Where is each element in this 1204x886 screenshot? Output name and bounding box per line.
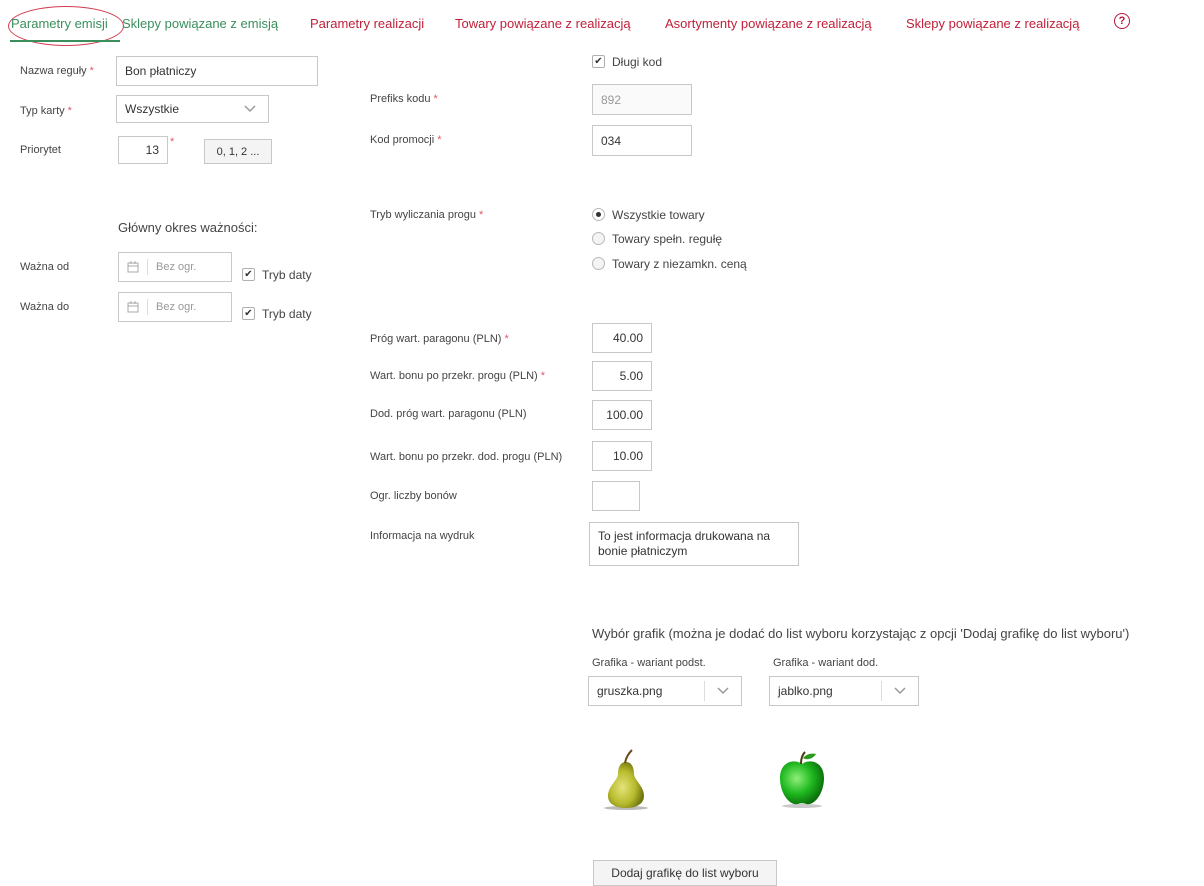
priority-label: Priorytet (20, 144, 61, 156)
card-type-value: Wszystkie (125, 102, 179, 116)
threshold-option-open-price: Towary z niezamkn. ceną (612, 257, 747, 271)
help-icon[interactable]: ? (1114, 13, 1130, 29)
threshold-radio-rule[interactable] (592, 232, 605, 245)
tab-parametry-realizacji[interactable]: Parametry realizacji (310, 16, 424, 31)
voucher-value-input[interactable]: 5.00 (592, 361, 652, 391)
chevron-down-icon (882, 677, 918, 705)
voucher-limit-label: Ogr. liczby bonów (370, 490, 457, 502)
graphics-heading: Wybór grafik (można je dodać do list wyb… (592, 626, 1130, 641)
priority-input[interactable]: 13 (118, 136, 168, 164)
priority-picker-button[interactable]: 0, 1, 2 ... (204, 139, 272, 164)
date-mode-to-checkbox[interactable]: ✔ (242, 307, 255, 320)
calendar-icon (119, 258, 148, 276)
valid-from-placeholder: Bez ogr. (156, 261, 197, 273)
extra-threshold-label: Dod. próg wart. paragonu (PLN) (370, 408, 527, 420)
threshold-option-rule: Towary spełn. regułę (612, 232, 723, 246)
tab-parametry-emisji[interactable]: Parametry emisji (11, 16, 108, 31)
graphic-extra-select[interactable]: jablko.png (769, 676, 919, 706)
tab-sklepy-emisja[interactable]: Sklepy powiązane z emisją (122, 16, 278, 31)
voucher-value-label: Wart. bonu po przekr. progu (PLN) * (370, 370, 546, 382)
date-mode-from-label: Tryb daty (262, 268, 312, 282)
graphic-basic-label: Grafika - wariant podst. (592, 657, 706, 669)
card-type-label: Typ karty * (20, 105, 72, 117)
checkmark-icon: ✔ (244, 308, 253, 319)
validity-heading: Główny okres ważności: (118, 220, 258, 235)
rule-name-input[interactable]: Bon płatniczy (116, 56, 318, 86)
valid-from-label: Ważna od (20, 261, 70, 273)
active-tab-underline (10, 40, 120, 42)
chevron-down-icon (232, 96, 268, 122)
valid-to-date-input[interactable]: Bez ogr. (118, 292, 232, 322)
print-info-textarea[interactable]: To jest informacja drukowana na bonie pł… (589, 522, 799, 566)
add-graphic-button[interactable]: Dodaj grafikę do list wyboru (593, 860, 777, 886)
code-prefix-label: Prefiks kodu * (370, 93, 438, 105)
calendar-icon (119, 298, 148, 316)
extra-threshold-input[interactable]: 100.00 (592, 400, 652, 430)
print-info-label: Informacja na wydruk (370, 530, 475, 542)
checkmark-icon: ✔ (244, 269, 253, 280)
threshold-radio-open-price[interactable] (592, 257, 605, 270)
promo-code-label: Kod promocji * (370, 134, 442, 146)
extra-voucher-value-label: Wart. bonu po przekr. dod. progu (PLN) (370, 451, 563, 463)
receipt-threshold-input[interactable]: 40.00 (592, 323, 652, 353)
receipt-threshold-label: Próg wart. paragonu (PLN) * (370, 333, 509, 345)
tab-towary-realizacja[interactable]: Towary powiązane z realizacją (455, 16, 631, 31)
valid-to-label: Ważna do (20, 301, 70, 313)
threshold-mode-label: Tryb wyliczania progu * (370, 209, 484, 221)
code-prefix-input[interactable]: 892 (592, 84, 692, 115)
tab-bar: Parametry emisji Sklepy powiązane z emis… (0, 0, 1204, 46)
priority-required-mark: * (170, 136, 175, 148)
long-code-label: Długi kod (612, 55, 663, 69)
date-mode-to-label: Tryb daty (262, 307, 312, 321)
chevron-down-icon (705, 677, 741, 705)
pear-icon (596, 748, 656, 812)
date-mode-from-checkbox[interactable]: ✔ (242, 268, 255, 281)
card-type-select[interactable]: Wszystkie (116, 95, 269, 123)
apple-icon (772, 748, 832, 810)
checkmark-icon: ✔ (594, 56, 603, 67)
rule-name-label: Nazwa reguły * (20, 65, 94, 77)
valid-to-placeholder: Bez ogr. (156, 301, 197, 313)
long-code-checkbox[interactable]: ✔ (592, 55, 605, 68)
promo-code-input[interactable]: 034 (592, 125, 692, 156)
threshold-option-all: Wszystkie towary (612, 208, 705, 222)
tab-sklepy-realizacja[interactable]: Sklepy powiązane z realizacją (906, 16, 1079, 31)
graphic-extra-label: Grafika - wariant dod. (773, 657, 879, 669)
tab-asortymenty-realizacja[interactable]: Asortymenty powiązane z realizacją (665, 16, 872, 31)
threshold-radio-all[interactable] (592, 208, 605, 221)
graphic-basic-select[interactable]: gruszka.png (588, 676, 742, 706)
extra-voucher-value-input[interactable]: 10.00 (592, 441, 652, 471)
voucher-limit-input[interactable] (592, 481, 640, 511)
graphic-extra-value: jablko.png (778, 684, 833, 698)
valid-from-date-input[interactable]: Bez ogr. (118, 252, 232, 282)
graphic-basic-value: gruszka.png (597, 684, 663, 698)
